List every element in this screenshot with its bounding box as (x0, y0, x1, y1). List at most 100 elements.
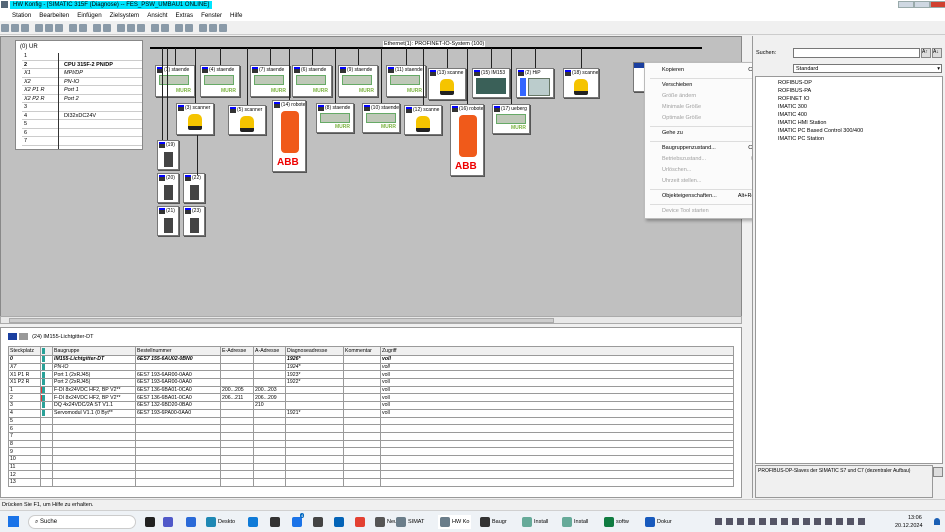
toolbar-button-icon[interactable] (161, 24, 169, 32)
clock-time[interactable]: 13:06 (908, 515, 922, 521)
toolbar-button-icon[interactable] (209, 24, 217, 32)
table-row[interactable]: X7 PN-IO 1924* voll (8, 362, 734, 372)
catalog-item[interactable]: IMATIC HMI Station (778, 120, 827, 126)
toolbar-button-icon[interactable] (35, 24, 43, 32)
notification-bell-icon[interactable] (934, 518, 940, 525)
taskbar-app[interactable]: Deskto (206, 515, 235, 529)
column-header[interactable] (40, 346, 53, 356)
table-row[interactable]: 8 (8, 439, 734, 449)
rack-ur[interactable]: (0) UR 1 2 CPU 315F-2 PN/DP X1 MPI/DP X2 PN-IO X… (15, 40, 143, 150)
rack-slot[interactable]: X2 P1 R Port 1 (22, 87, 142, 95)
network-device-murr[interactable]: MURR (6) staende (292, 65, 332, 97)
network-device-robot[interactable]: ABB (14) robote (272, 100, 306, 172)
table-row[interactable]: 12 (8, 470, 734, 479)
toolbar-button-icon[interactable] (69, 24, 77, 32)
network-device-scanner[interactable]: (12) scanne (404, 105, 442, 135)
network-device-murr[interactable]: MURR (4) staende (200, 65, 240, 97)
column-header[interactable]: Steckplatz (8, 346, 41, 356)
table-row[interactable]: 10 (8, 454, 734, 464)
column-header[interactable]: A-Adresse (253, 346, 286, 356)
toolbar-button-icon[interactable] (93, 24, 101, 32)
column-header[interactable]: Zugriff (380, 346, 734, 356)
menu-fenster[interactable]: Fenster (197, 10, 226, 21)
tray-icon[interactable] (825, 518, 832, 525)
table-row[interactable]: 13 (8, 478, 734, 487)
network-device-im153[interactable]: (15) IM153 (472, 68, 510, 98)
table-row[interactable]: 0 IM155-Lichtgitter-DT 6ES7 155-6AU02-0BN0… (8, 355, 734, 364)
taskbar-app[interactable]: Install (522, 515, 548, 529)
taskbar-search[interactable]: ⌕ Suche (28, 515, 136, 529)
column-header[interactable]: Bestellnummer (135, 346, 221, 356)
table-row[interactable]: 3 DQ 4x24VDC/2A ST V1.1 6ES7 132-6BD20-0BA… (8, 401, 734, 410)
toolbar-button-icon[interactable] (219, 24, 227, 32)
tray-icon[interactable] (781, 518, 788, 525)
rack-slot[interactable]: X2 PN-IO (22, 79, 142, 86)
tray-icon[interactable] (715, 518, 722, 525)
toolbar-button-icon[interactable] (175, 24, 183, 32)
table-row[interactable]: X1 P1 R Port 1 (2xRJ45) 6ES7 193-6AR00-0AA… (8, 370, 734, 380)
taskbar-app[interactable]: SIMAT (396, 515, 424, 529)
rack-slot[interactable]: 2 CPU 315F-2 PN/DP (22, 62, 142, 69)
clock-date[interactable]: 20.12.2024 (895, 523, 923, 529)
toolbar-button-icon[interactable] (185, 24, 193, 32)
taskbar-app[interactable] (145, 515, 157, 529)
taskbar-app[interactable]: softw (604, 515, 629, 529)
taskbar-app[interactable] (248, 515, 260, 529)
taskbar-app[interactable] (334, 515, 346, 529)
network-device-murr[interactable]: MURR (17) ueberg (492, 104, 530, 134)
catalog-item[interactable]: IMATIC PC Station (778, 136, 824, 142)
taskbar-app[interactable] (313, 515, 325, 529)
horizontal-scrollbar[interactable] (0, 316, 742, 324)
catalog-tree[interactable]: ROFIBUS-DP ROFIBUS-PA ROFINET IO IMATIC 300… (755, 76, 943, 464)
network-device-et200[interactable]: (21) (157, 206, 179, 236)
tray-icon[interactable] (858, 518, 865, 525)
catalog-search-input[interactable] (793, 48, 920, 58)
rack-slot[interactable]: 6 (22, 130, 142, 137)
menu-hilfe[interactable]: Hilfe (226, 10, 246, 21)
menu-einfügen[interactable]: Einfügen (73, 10, 105, 21)
tray-icon[interactable] (847, 518, 854, 525)
table-row[interactable]: 2 F-DI 8x24VDC HF2, BP V2** 6ES7 136-6BA01… (8, 393, 734, 403)
taskbar-app[interactable]: Dokur (645, 515, 672, 529)
catalog-item[interactable]: IMATIC 400 (778, 112, 807, 118)
tray-icon[interactable] (792, 518, 799, 525)
menu-ansicht[interactable]: Ansicht (143, 10, 171, 21)
rack-slot[interactable]: 4 DI32xDC24V (22, 113, 142, 120)
toolbar-button-icon[interactable] (21, 24, 29, 32)
toolbar-button-icon[interactable] (117, 24, 125, 32)
network-device-murr[interactable]: MURR (1) staende (155, 65, 195, 97)
rack-slot[interactable]: 3 (22, 104, 142, 112)
toolbar-button-icon[interactable] (79, 24, 87, 32)
taskbar-app[interactable]: HW Ko (438, 515, 472, 529)
close-button[interactable] (930, 1, 945, 8)
network-device-scanner[interactable]: (3) scanner (176, 103, 214, 135)
taskbar-app[interactable] (163, 515, 175, 529)
taskbar-app[interactable] (355, 515, 367, 529)
search-down-button[interactable]: A↓ (932, 48, 942, 58)
profile-dropdown[interactable]: Standard ▾ (793, 64, 942, 73)
column-header[interactable]: E-Adresse (220, 346, 254, 356)
tray-icon[interactable] (737, 518, 744, 525)
rack-slot[interactable]: 7 (22, 138, 142, 146)
catalog-item[interactable]: ROFIBUS-DP (778, 80, 812, 86)
table-row[interactable]: 5 (8, 416, 734, 426)
column-header[interactable]: Baugruppe (52, 346, 136, 356)
restore-button[interactable] (914, 1, 930, 8)
toolbar-button-icon[interactable] (1, 24, 9, 32)
catalog-item[interactable]: ROFIBUS-PA (778, 88, 811, 94)
tray-icon[interactable] (759, 518, 766, 525)
catalog-help-icon[interactable] (933, 467, 943, 477)
toolbar-button-icon[interactable] (199, 24, 207, 32)
toolbar-button-icon[interactable] (151, 24, 159, 32)
table-row[interactable]: 7 (8, 431, 734, 441)
catalog-item[interactable]: ROFINET IO (778, 96, 809, 102)
menu-extras[interactable]: Extras (172, 10, 198, 21)
network-device-murr[interactable]: MURR (7) staende (250, 65, 290, 97)
tray-icon[interactable] (814, 518, 821, 525)
network-device-hip[interactable]: (2) HiP (516, 68, 554, 98)
menu-station[interactable]: Station (8, 10, 35, 21)
windows-start-icon[interactable] (8, 516, 19, 527)
toolbar-button-icon[interactable] (55, 24, 63, 32)
table-row[interactable]: 4 Servomodul V1.1 (0 Byt** 6ES7 193-6PA00-… (8, 408, 734, 418)
column-header[interactable]: Diagnoseadresse (285, 346, 344, 356)
